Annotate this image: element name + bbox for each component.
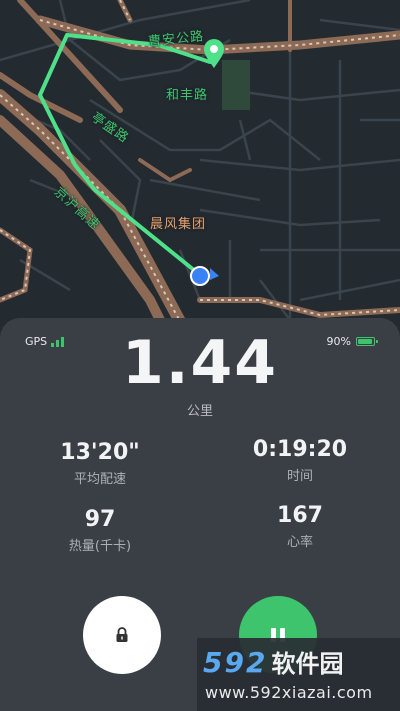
park-area [222, 60, 250, 110]
watermark-logo: 592 软件园 [203, 644, 343, 679]
lock-button[interactable] [83, 596, 161, 674]
heart-rate-stat: 167 心率 [230, 503, 370, 550]
place-label-chenfeng: 晨风集团 [150, 217, 207, 232]
pace-label: 平均配速 [73, 472, 126, 487]
time-label: 时间 [286, 469, 313, 484]
distance-unit: 公里 [186, 404, 213, 419]
watermark-name: 软件园 [271, 650, 344, 678]
heart-rate-label: 心率 [286, 535, 313, 550]
heart-rate-value: 167 [277, 503, 323, 528]
time-value: 0:19:20 [252, 437, 348, 462]
pace-stat: 13'20" 平均配速 [30, 440, 170, 487]
distance-value: 1.44 [121, 328, 279, 398]
map-canvas[interactable] [0, 0, 400, 340]
watermark: 592 软件园 www.592xiazai.com [197, 638, 400, 711]
lock-icon [116, 627, 128, 642]
pace-value: 13'20" [60, 440, 140, 465]
watermark-number: 592 [203, 646, 268, 679]
map-view[interactable]: 曹安公路 和丰路 亭盛路 京沪高速 晨风集团 [0, 0, 400, 340]
road-label-hefeng: 和丰路 [166, 88, 209, 103]
calories-stat: 97 热量(千卡) [30, 507, 170, 554]
time-stat: 0:19:20 时间 [230, 437, 370, 484]
calories-label: 热量(千卡) [68, 539, 132, 554]
watermark-url: www.592xiazai.com [205, 683, 373, 702]
calories-value: 97 [84, 507, 116, 532]
